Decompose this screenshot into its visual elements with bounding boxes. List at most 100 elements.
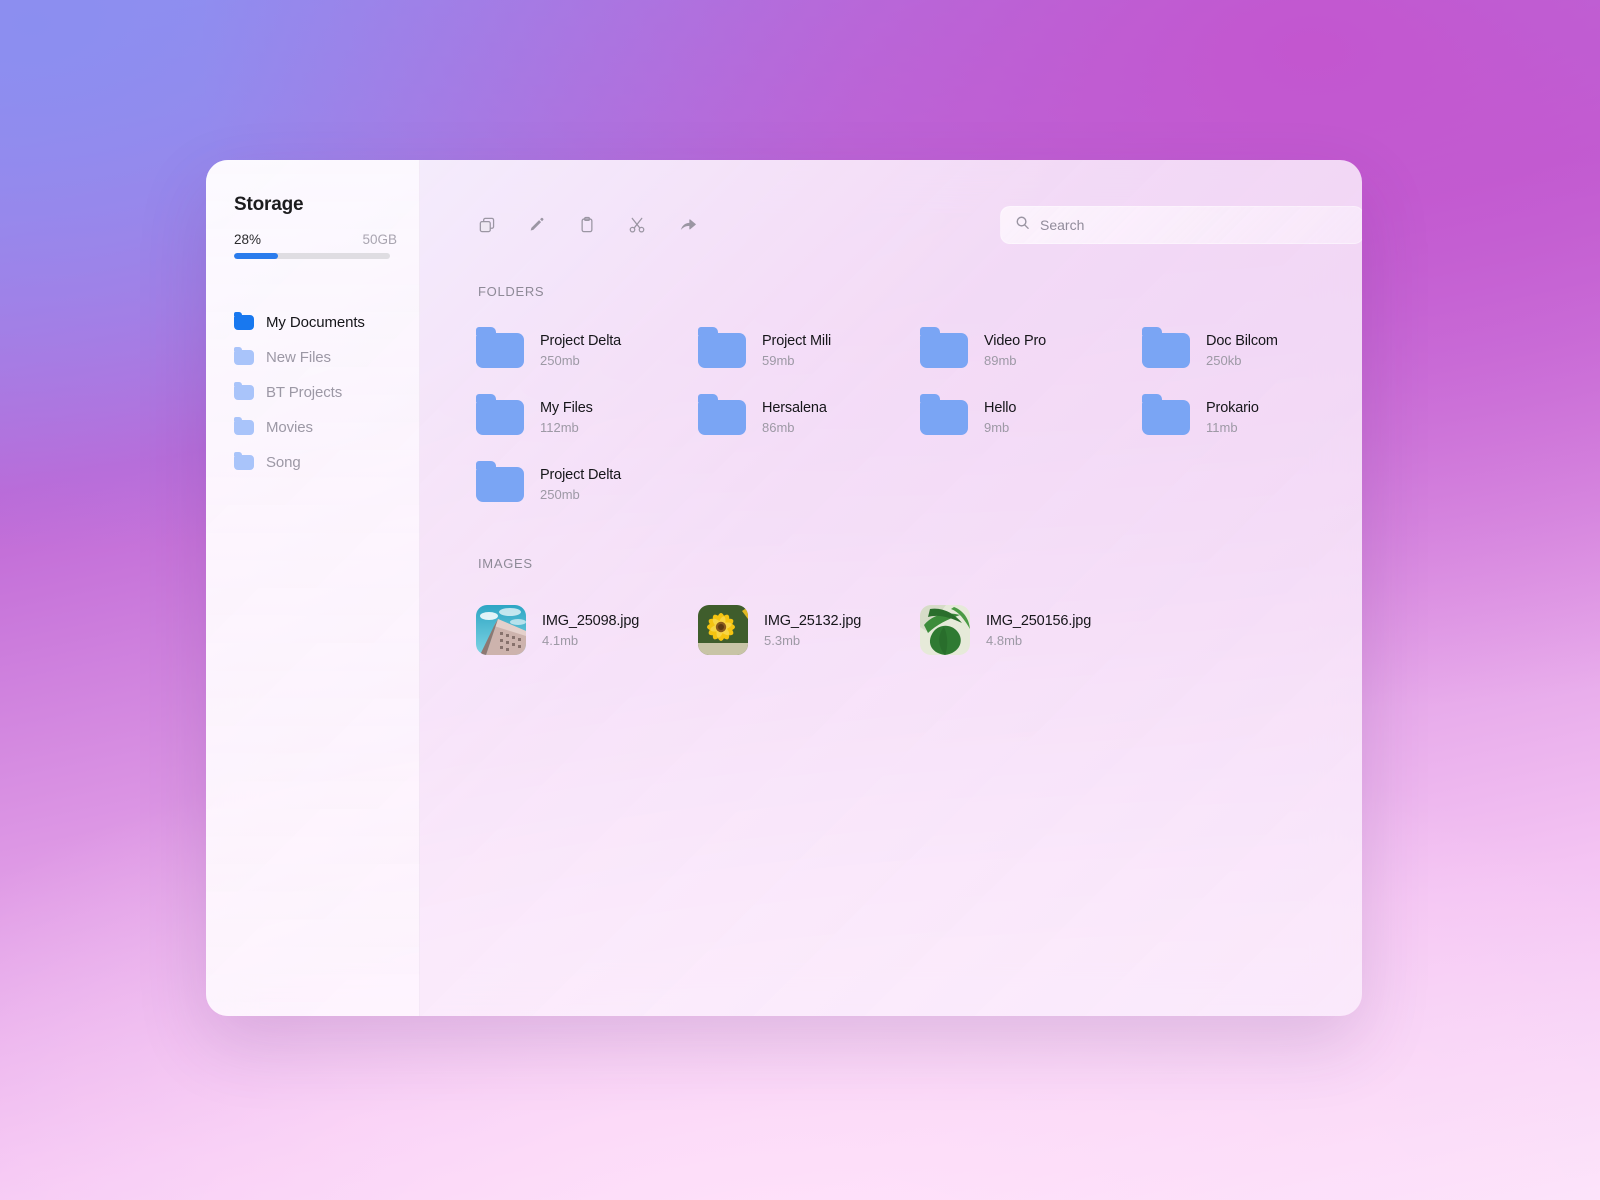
storage-progress-fill	[234, 253, 278, 259]
folder-item-name: My Files	[540, 400, 593, 416]
sidebar: Storage 28% 50GB My Documents New Files BT…	[206, 160, 420, 1016]
sidebar-item-label: Song	[266, 454, 301, 471]
folder-item-size: 112mb	[540, 420, 579, 435]
folders-section-label: FOLDERS	[478, 284, 545, 299]
paste-icon[interactable]	[576, 214, 598, 236]
folder-item[interactable]: Project Delta 250mb	[476, 327, 698, 368]
storage-labels: 28% 50GB	[234, 232, 397, 247]
folder-item-text: Doc Bilcom 250kb	[1206, 333, 1278, 368]
folder-item-text: Video Pro 89mb	[984, 333, 1046, 368]
folder-item-size: 59mb	[762, 353, 795, 368]
folder-item-name: Hello	[984, 400, 1017, 416]
folder-icon	[1142, 327, 1190, 368]
folder-icon	[476, 327, 524, 368]
folder-item[interactable]: Hersalena 86mb	[698, 394, 920, 435]
cut-icon[interactable]	[626, 214, 648, 236]
folder-item-size: 11mb	[1206, 420, 1238, 435]
folder-item[interactable]: Hello 9mb	[920, 394, 1142, 435]
image-item-name: IMG_250156.jpg	[986, 612, 1092, 629]
image-item[interactable]: IMG_25132.jpg 5.3mb	[698, 605, 920, 655]
folder-item-text: Hersalena 86mb	[762, 400, 827, 435]
image-item-size: 4.8mb	[986, 632, 1023, 648]
image-item-name: IMG_25132.jpg	[764, 612, 862, 629]
tool-buttons	[468, 214, 698, 236]
sidebar-item-label: My Documents	[266, 314, 365, 331]
folder-item-size: 89mb	[984, 353, 1017, 368]
folder-icon	[234, 347, 254, 365]
folder-icon	[1142, 394, 1190, 435]
folders-grid: Project Delta 250mb Project Mili 59mb Video …	[476, 327, 1362, 502]
toolbar	[468, 206, 1362, 244]
share-icon[interactable]	[676, 214, 698, 236]
image-item-name: IMG_25098.jpg	[542, 612, 640, 629]
sidebar-item-movies[interactable]: Movies	[206, 410, 419, 445]
storage-title: Storage	[234, 194, 304, 215]
folder-item-name: Project Delta	[540, 333, 622, 349]
folder-item-name: Doc Bilcom	[1206, 333, 1278, 349]
storage-percent-label: 28%	[234, 232, 262, 247]
folder-icon	[234, 417, 254, 435]
folder-icon	[698, 327, 746, 368]
sidebar-item-label: BT Projects	[266, 384, 343, 401]
image-thumbnail	[920, 605, 970, 655]
folder-item-size: 86mb	[762, 420, 795, 435]
sidebar-item-my-documents[interactable]: My Documents	[206, 305, 419, 340]
folder-item-size: 250kb	[1206, 353, 1242, 368]
image-item[interactable]: IMG_250156.jpg 4.8mb	[920, 605, 1142, 655]
folder-item[interactable]: Video Pro 89mb	[920, 327, 1142, 368]
folder-item-text: Project Mili 59mb	[762, 333, 831, 368]
image-item[interactable]: IMG_25098.jpg 4.1mb	[476, 605, 698, 655]
folder-item-size: 250mb	[540, 353, 580, 368]
folder-item-text: Hello 9mb	[984, 400, 1016, 435]
folder-item-text: Prokario 11mb	[1206, 400, 1259, 435]
copy-icon[interactable]	[476, 214, 498, 236]
image-item-text: IMG_25132.jpg 5.3mb	[764, 613, 861, 648]
folder-icon	[234, 382, 254, 400]
folder-item-size: 250mb	[540, 487, 580, 502]
sidebar-item-label: New Files	[266, 349, 331, 366]
folder-item[interactable]: Prokario 11mb	[1142, 394, 1362, 435]
folder-icon	[920, 327, 968, 368]
sidebar-item-bt-projects[interactable]: BT Projects	[206, 375, 419, 410]
folder-icon	[234, 452, 254, 470]
folder-item-size: 9mb	[984, 420, 1010, 435]
folder-item-name: Video Pro	[984, 333, 1047, 349]
sidebar-item-new-files[interactable]: New Files	[206, 340, 419, 375]
folder-item[interactable]: Project Delta 250mb	[476, 461, 698, 502]
folder-item-text: Project Delta 250mb	[540, 333, 621, 368]
folder-item[interactable]: Doc Bilcom 250kb	[1142, 327, 1362, 368]
folder-icon	[698, 394, 746, 435]
folder-item[interactable]: My Files 112mb	[476, 394, 698, 435]
folder-icon	[476, 461, 524, 502]
main-content: FOLDERS Project Delta 250mb Project Mili 59…	[420, 160, 1362, 1016]
folder-icon	[234, 312, 254, 330]
image-item-size: 5.3mb	[764, 632, 801, 648]
image-item-size: 4.1mb	[542, 632, 579, 648]
sidebar-item-label: Movies	[266, 419, 313, 436]
images-section-label: IMAGES	[478, 556, 533, 571]
folder-item[interactable]: Project Mili 59mb	[698, 327, 920, 368]
folder-item-text: Project Delta 250mb	[540, 467, 621, 502]
folder-item-text: My Files 112mb	[540, 400, 593, 435]
folder-item-name: Hersalena	[762, 400, 827, 416]
storage-panel: Storage 28% 50GB	[206, 194, 419, 259]
folder-item-name: Project Delta	[540, 467, 622, 483]
images-grid: IMG_25098.jpg 4.1mb IMG_25132.jpg 5.3mb IMG_…	[476, 605, 1362, 655]
search-icon	[1015, 215, 1030, 235]
sidebar-item-song[interactable]: Song	[206, 445, 419, 480]
folder-icon	[920, 394, 968, 435]
image-item-text: IMG_250156.jpg 4.8mb	[986, 613, 1091, 648]
image-item-text: IMG_25098.jpg 4.1mb	[542, 613, 639, 648]
folder-icon	[476, 394, 524, 435]
edit-icon[interactable]	[526, 214, 548, 236]
sidebar-nav: My Documents New Files BT Projects Movies So…	[206, 305, 419, 480]
folder-item-name: Prokario	[1206, 400, 1259, 416]
search-input[interactable]	[1040, 217, 1349, 233]
search-bar[interactable]	[1000, 206, 1362, 244]
file-manager-window: Storage 28% 50GB My Documents New Files BT…	[206, 160, 1362, 1016]
folder-item-name: Project Mili	[762, 333, 832, 349]
image-thumbnail	[476, 605, 526, 655]
image-thumbnail	[698, 605, 748, 655]
storage-total-label: 50GB	[362, 232, 397, 247]
storage-progress-track	[234, 253, 390, 259]
